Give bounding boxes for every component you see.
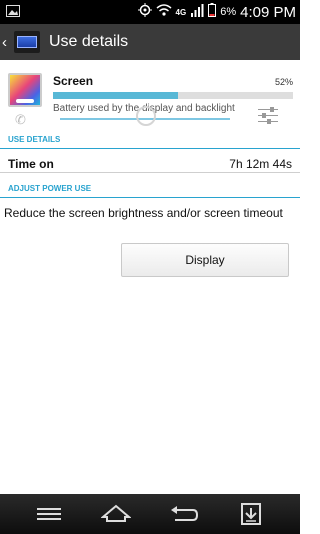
clock: 4:09 PM [240, 3, 296, 21]
notification-icon[interactable] [236, 502, 266, 526]
image-icon [6, 4, 20, 22]
section-use-details: USE DETAILS [0, 135, 300, 149]
action-bar: ‹ Use details [0, 24, 300, 60]
usage-bar-fill [53, 92, 178, 99]
navigation-bar [0, 494, 300, 534]
time-on-label: Time on [8, 157, 54, 171]
phone-icon: ✆ [15, 112, 26, 127]
usage-bar [53, 92, 293, 99]
page-title: Use details [49, 33, 129, 50]
loading-spinner-icon [136, 106, 156, 126]
display-button[interactable]: Display [121, 243, 289, 277]
advice-text: Reduce the screen brightness and/or scre… [4, 206, 283, 220]
screen-thumb-icon [8, 73, 42, 107]
battery-percent: 6% [220, 6, 237, 18]
wifi-icon [156, 3, 172, 22]
back-chevron-icon[interactable]: ‹ [2, 34, 12, 51]
item-name: Screen [53, 74, 94, 88]
menu-icon[interactable] [34, 502, 64, 526]
item-percent: 52% [274, 77, 293, 87]
battery-icon [208, 2, 217, 22]
battery-app-icon[interactable] [14, 31, 40, 53]
back-icon[interactable] [169, 502, 199, 526]
signal-icon [190, 3, 204, 22]
sliders-icon[interactable] [258, 106, 278, 124]
section-adjust-power-use: ADJUST POWER USE [0, 184, 300, 198]
network-type-label: 4G [175, 7, 187, 17]
time-on-value: 7h 12m 44s [229, 157, 292, 171]
status-bar: 4G 6% 4:09 PM [0, 0, 300, 24]
gps-icon [137, 2, 152, 22]
time-on-row: Time on 7h 12m 44s [0, 155, 300, 173]
home-icon[interactable] [100, 502, 132, 526]
